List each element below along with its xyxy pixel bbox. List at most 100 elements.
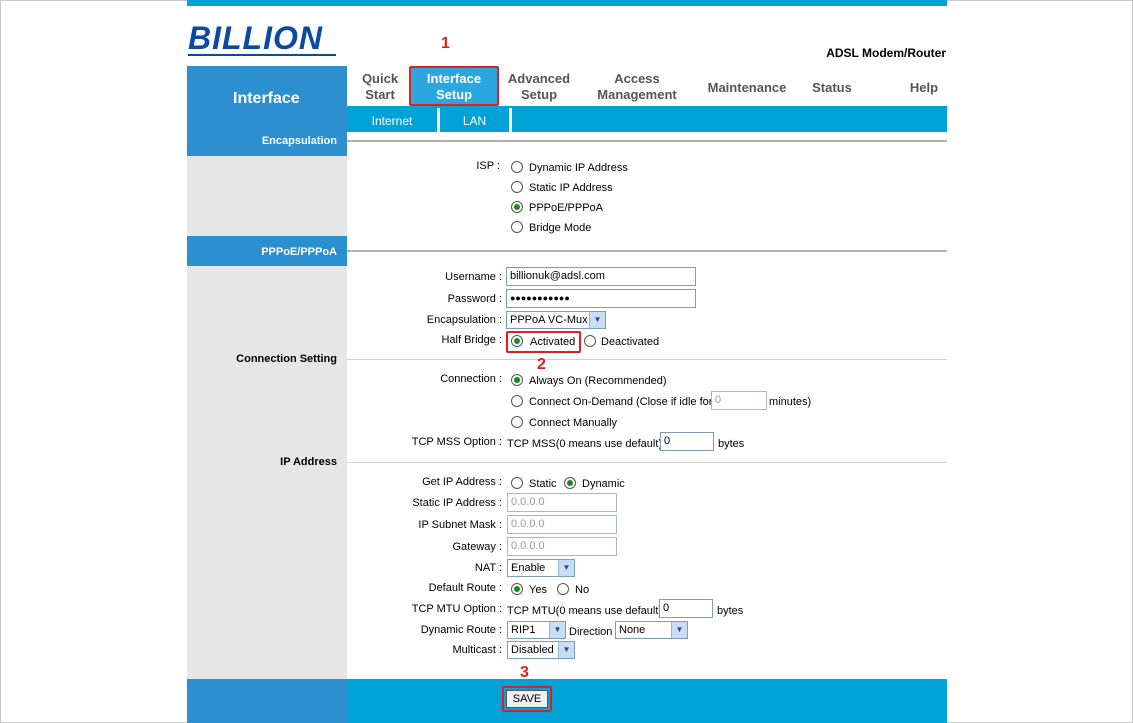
annotation-2: 2 bbox=[537, 356, 546, 373]
nat-select[interactable]: Enable ▼ bbox=[507, 559, 575, 577]
subnet-mask-input[interactable]: 0.0.0.0 bbox=[507, 515, 617, 534]
pppoe-header: PPPoE/PPPoA bbox=[187, 236, 347, 266]
footer-bar bbox=[347, 679, 947, 723]
username-label: Username : bbox=[445, 271, 502, 283]
isp-static-label: Static IP Address bbox=[529, 182, 613, 194]
logo-underline bbox=[188, 54, 336, 56]
half-bridge-deactivated-label: Deactivated bbox=[601, 336, 660, 348]
half-bridge-label: Half Bridge : bbox=[441, 334, 502, 346]
connection-divider bbox=[347, 359, 947, 360]
always-on-label: Always On (Recommended) bbox=[529, 375, 667, 387]
get-ip-label: Get IP Address : bbox=[422, 476, 502, 488]
isp-pppoe-radio[interactable] bbox=[511, 201, 523, 213]
nat-value: Enable bbox=[511, 562, 546, 574]
chevron-down-icon: ▼ bbox=[589, 312, 605, 328]
annotation-1: 1 bbox=[441, 35, 450, 52]
encapsulation-divider bbox=[347, 140, 947, 142]
tcp-mss-text: TCP MSS(0 means use default) bbox=[507, 438, 663, 450]
gateway-input[interactable]: 0.0.0.0 bbox=[507, 537, 617, 556]
username-input[interactable]: billionuk@adsl.com bbox=[506, 267, 696, 286]
subnav-lan[interactable]: LAN bbox=[440, 108, 512, 132]
nav-help[interactable]: Help bbox=[896, 80, 952, 96]
sidebar-title: Interface bbox=[187, 66, 347, 132]
always-on-radio[interactable] bbox=[511, 374, 523, 386]
isp-pppoe-label: PPPoE/PPPoA bbox=[529, 202, 603, 214]
subnav-internet[interactable]: Internet bbox=[347, 108, 440, 132]
nav-maintenance[interactable]: Maintenance bbox=[700, 80, 794, 96]
isp-dynamic-label: Dynamic IP Address bbox=[529, 162, 628, 174]
tcp-mtu-text: TCP MTU(0 means use default) bbox=[507, 605, 663, 617]
nav-advanced-setup[interactable]: Advanced Setup bbox=[500, 71, 578, 103]
on-demand-radio[interactable] bbox=[511, 395, 523, 407]
direction-label: Direction bbox=[569, 626, 613, 638]
gateway-label: Gateway : bbox=[452, 541, 502, 553]
isp-static-radio[interactable] bbox=[511, 181, 523, 193]
connect-manually-radio[interactable] bbox=[511, 416, 523, 428]
tcp-mss-bytes: bytes bbox=[718, 438, 745, 450]
sidebar-background bbox=[187, 66, 347, 723]
chevron-down-icon: ▼ bbox=[671, 622, 687, 638]
highlight-box-2 bbox=[506, 331, 581, 353]
multicast-select[interactable]: Disabled ▼ bbox=[507, 641, 575, 659]
ip-divider bbox=[347, 462, 947, 463]
isp-label: ISP : bbox=[476, 160, 500, 172]
minutes-label: minutes) bbox=[769, 396, 812, 408]
nav-status[interactable]: Status bbox=[804, 80, 860, 96]
ip-address-label: IP Address bbox=[280, 456, 337, 468]
static-ip-label: Static IP Address : bbox=[412, 497, 502, 509]
isp-bridge-label: Bridge Mode bbox=[529, 222, 592, 234]
encapsulation-value: PPPoA VC-Mux bbox=[510, 314, 588, 326]
encapsulation-select[interactable]: PPPoA VC-Mux ▼ bbox=[506, 311, 606, 329]
direction-select[interactable]: None ▼ bbox=[615, 621, 688, 639]
isp-dynamic-radio[interactable] bbox=[511, 161, 523, 173]
chevron-down-icon: ▼ bbox=[558, 560, 574, 576]
idle-minutes-input[interactable]: 0 bbox=[711, 391, 767, 410]
isp-bridge-radio[interactable] bbox=[511, 221, 523, 233]
connect-manually-label: Connect Manually bbox=[529, 417, 618, 429]
half-bridge-deactivated-radio[interactable] bbox=[584, 335, 596, 347]
nat-label: NAT : bbox=[474, 562, 502, 574]
chevron-down-icon: ▼ bbox=[558, 642, 574, 658]
default-route-no-radio[interactable] bbox=[557, 583, 569, 595]
get-ip-dynamic-radio[interactable] bbox=[564, 477, 576, 489]
dynamic-route-value: RIP1 bbox=[511, 624, 536, 636]
encapsulation-header: Encapsulation bbox=[187, 132, 347, 156]
annotation-3: 3 bbox=[520, 664, 529, 681]
get-ip-static-label: Static bbox=[529, 478, 557, 490]
connection-setting-label: Connection Setting bbox=[236, 353, 337, 365]
top-accent-bar bbox=[187, 0, 947, 6]
default-route-label: Default Route : bbox=[428, 582, 502, 594]
tcp-mtu-bytes: bytes bbox=[717, 605, 744, 617]
default-route-yes-label: Yes bbox=[529, 584, 547, 596]
default-route-no-label: No bbox=[575, 584, 590, 596]
direction-value: None bbox=[619, 624, 646, 636]
dynamic-route-select[interactable]: RIP1 ▼ bbox=[507, 621, 566, 639]
password-input[interactable]: ●●●●●●●●●●● bbox=[506, 289, 696, 308]
tcp-mtu-label: TCP MTU Option : bbox=[411, 603, 502, 615]
static-ip-input[interactable]: 0.0.0.0 bbox=[507, 493, 617, 512]
tcp-mss-label: TCP MSS Option : bbox=[411, 436, 502, 448]
on-demand-label: Connect On-Demand (Close if idle for bbox=[529, 396, 713, 408]
tcp-mtu-input[interactable]: 0 bbox=[659, 599, 713, 618]
highlight-box-3 bbox=[502, 686, 552, 712]
product-name: ADSL Modem/Router bbox=[826, 46, 946, 60]
nav-quick-start[interactable]: Quick Start bbox=[352, 71, 408, 103]
connection-label: Connection : bbox=[440, 373, 502, 385]
get-ip-static-radio[interactable] bbox=[511, 477, 523, 489]
highlight-box-1 bbox=[409, 66, 499, 106]
multicast-value: Disabled bbox=[511, 644, 554, 656]
dynamic-route-label: Dynamic Route : bbox=[420, 624, 502, 636]
billion-logo: BILLION bbox=[188, 20, 338, 58]
password-label: Password : bbox=[447, 293, 502, 305]
footer-left bbox=[187, 679, 347, 723]
tcp-mss-input[interactable]: 0 bbox=[660, 432, 714, 451]
get-ip-dynamic-label: Dynamic bbox=[582, 478, 625, 490]
subnet-mask-label: IP Subnet Mask : bbox=[418, 519, 502, 531]
nav-access-management[interactable]: Access Management bbox=[588, 71, 686, 103]
pppoe-divider bbox=[347, 250, 947, 252]
encapsulation-label: Encapsulation : bbox=[426, 314, 502, 326]
multicast-label: Multicast : bbox=[452, 644, 502, 656]
logo-text: BILLION bbox=[188, 20, 323, 56]
default-route-yes-radio[interactable] bbox=[511, 583, 523, 595]
chevron-down-icon: ▼ bbox=[549, 622, 565, 638]
